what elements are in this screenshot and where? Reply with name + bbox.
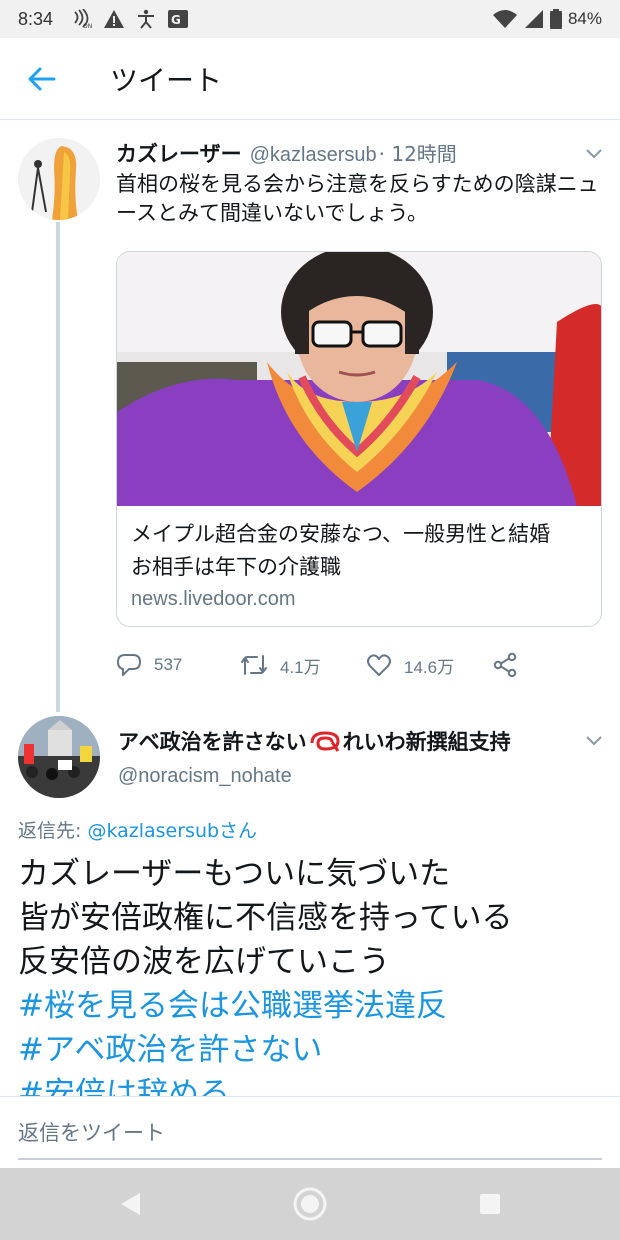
author-handle[interactable]: @kazlasersub [250,144,377,167]
avatar-image [18,138,100,220]
thread-line [56,222,60,712]
svg-text:ON: ON [83,23,92,29]
reply-line: 反安倍の波を広げていこう [18,944,390,980]
triangle-back-icon [121,1193,140,1215]
hashtag-link[interactable]: #桜を見る会は公職選挙法違反 [18,984,608,1028]
chevron-down-icon[interactable] [582,143,606,163]
author-handle[interactable]: @noracism_nohate [118,765,292,788]
like-count: 14.6万 [404,657,455,677]
nav-recents-button[interactable] [472,1186,508,1222]
replying-to-label: 返信先: [18,820,88,842]
share-icon [493,652,517,678]
reply-icon [117,654,141,676]
translate-icon: G [168,10,189,28]
status-time: 8:34 [18,8,54,29]
nav-back-button[interactable] [112,1186,148,1222]
avatar-image [18,716,100,798]
battery-percent: 84% [567,9,602,28]
author-name[interactable]: アベ政治を許さない れいわ新撰組支持 [118,726,511,756]
link-card[interactable]: メイプル超合金の安藤なつ、一般男性と結婚 お相手は年下の介護職 news.liv… [116,251,602,627]
reply-action[interactable]: 537 [116,652,182,678]
tweet-text: 首相の桜を見る会から注意を反らすための陰謀ニュースとみて間違いないでしょう。 [116,172,599,225]
system-nav-bar [0,1168,620,1240]
accessibility-icon [138,9,155,29]
arrow-left-icon [28,67,56,90]
home-circle-icon [293,1187,327,1221]
page-title: ツイート [110,63,223,97]
nfc-icon: ON [74,9,92,29]
card-image [117,252,601,506]
square-recents-icon [480,1194,500,1214]
rope-emoji-icon [310,731,340,752]
tweet-header: カズレーザー @kazlasersub · 12時間 [116,138,457,168]
replying-to: 返信先: @kazlasersubさん [18,816,257,843]
author-name[interactable]: カズレーザー [116,138,242,168]
signal-icon [524,10,543,28]
like-action[interactable]: 14.6万 [366,652,454,678]
avatar[interactable] [18,138,100,220]
reply-count: 537 [154,655,183,674]
tweet-actions: 537 4.1万 14.6万 [116,652,536,686]
retweet-action[interactable]: 4.1万 [240,652,321,678]
card-domain: news.livedoor.com [131,588,296,610]
retweet-count: 4.1万 [280,657,321,677]
reply-input[interactable]: 返信をツイート [18,1117,165,1147]
back-button[interactable] [0,38,84,120]
svg-text:G: G [171,13,181,27]
tweet-time: · 12時間 [378,142,457,166]
input-underline [18,1158,602,1160]
heart-icon [367,654,391,676]
hashtag-link[interactable]: #安倍は辞める [18,1072,608,1096]
battery-icon [549,9,562,29]
hashtag-link[interactable]: #アベ政治を許さない [18,1028,608,1072]
replying-to-mention[interactable]: @kazlasersubさん [87,820,257,842]
author-name-part2: れいわ新撰組支持 [342,730,511,754]
avatar[interactable] [18,716,100,798]
author-name-part1: アベ政治を許さない [118,730,307,754]
retweet-icon [241,655,267,675]
reply-text: カズレーザーもついに気づいた 皆が安倍政権に不信感を持っている 反安倍の波を広げ… [18,852,608,1096]
status-bar: 8:34 ON G 84% [0,0,620,38]
top-app-bar: ツイート [0,38,620,120]
reply-compose-bar: 返信をツイート [0,1096,620,1166]
wifi-icon [492,10,517,28]
reply-line: カズレーザーもついに気づいた [18,856,451,892]
reply-line: 皆が安倍政権に不信感を持っている [18,900,513,936]
card-title: メイプル超合金の安藤なつ、一般男性と結婚 お相手は年下の介護職 [131,522,572,579]
warning-icon [104,10,125,28]
nav-home-button[interactable] [292,1186,328,1222]
chevron-down-icon[interactable] [582,730,606,750]
share-action[interactable] [492,652,518,678]
